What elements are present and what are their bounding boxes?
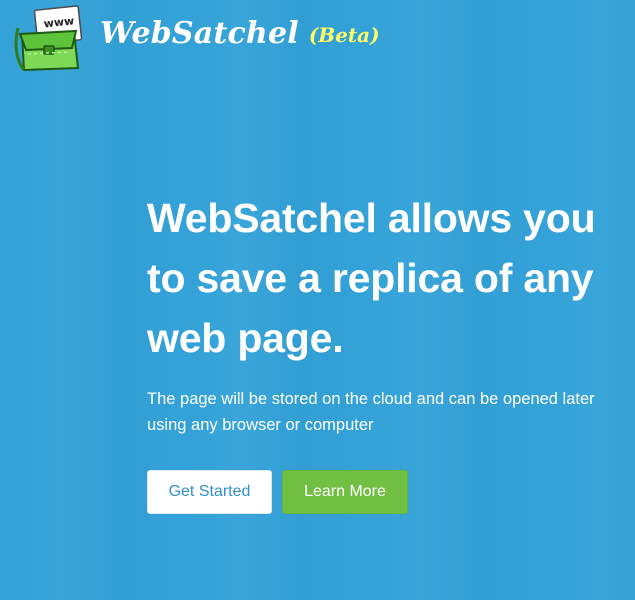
satchel-www-icon[interactable]: www [14,4,86,76]
hero-headline: WebSatchel allows you to save a replica … [147,195,596,361]
site-header: www WebSatchel (Beta) [14,4,380,76]
hero-actions: Get Started Learn More [147,470,627,514]
hero-subtext: The page will be stored on the cloud and… [147,390,595,434]
get-started-button[interactable]: Get Started [147,470,272,514]
learn-more-button[interactable]: Learn More [282,470,408,514]
hero-section: WebSatchel allows you to save a replica … [147,188,627,514]
beta-badge: (Beta) [308,23,380,47]
brand-name[interactable]: WebSatchel [100,16,299,51]
